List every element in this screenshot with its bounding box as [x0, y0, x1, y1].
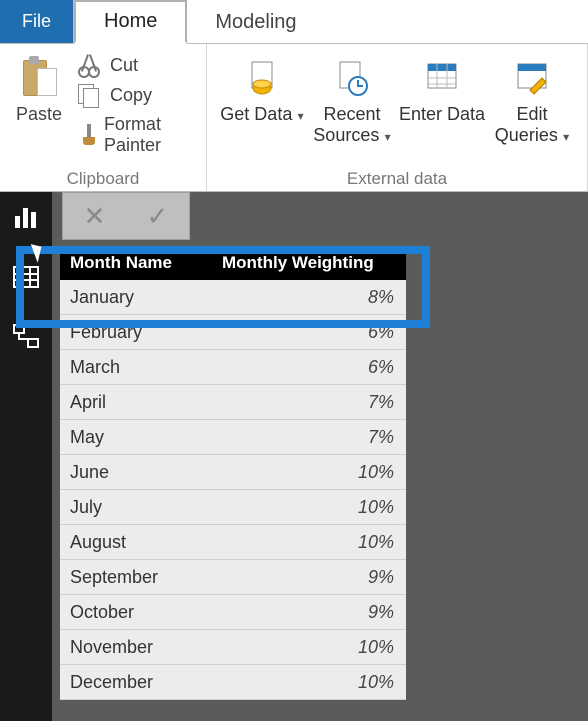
dropdown-caret-icon: ▾: [381, 130, 390, 144]
ribbon-group-external-data: Get Data ▾ Recent Sources ▾: [207, 44, 588, 191]
enter-data-icon: [418, 56, 466, 100]
format-painter-label: Format Painter: [104, 114, 190, 156]
enter-data-label: Enter Data: [399, 104, 485, 124]
cell-value: 10%: [216, 532, 406, 553]
cut-icon: [78, 54, 100, 76]
cell-value: 10%: [216, 637, 406, 658]
relationship-icon: [11, 322, 41, 352]
tab-home-label: Home: [104, 10, 157, 33]
table-row[interactable]: August10%: [60, 525, 406, 560]
cell-month: March: [60, 357, 216, 378]
group-label-external-data: External data: [217, 167, 577, 189]
model-view-button[interactable]: [9, 320, 43, 354]
tab-modeling[interactable]: Modeling: [187, 0, 324, 43]
recent-sources-label: Recent Sources: [313, 104, 380, 145]
cell-month: January: [60, 287, 216, 308]
cell-month: May: [60, 427, 216, 448]
formula-toolbar: ✕ ✓: [62, 192, 190, 240]
column-header-weighting[interactable]: Monthly Weighting: [216, 253, 406, 273]
cell-value: 8%: [216, 287, 406, 308]
format-painter-button[interactable]: Format Painter: [78, 114, 190, 156]
cell-month: December: [60, 672, 216, 693]
edit-queries-icon: [508, 56, 556, 100]
table-header-row: Month Name Monthly Weighting: [60, 246, 406, 280]
cell-value: 10%: [216, 462, 406, 483]
format-painter-icon: [78, 124, 94, 146]
file-menu-label: File: [22, 11, 51, 32]
data-table: Month Name Monthly Weighting January8% F…: [60, 246, 406, 700]
ribbon-group-clipboard: Paste Cut Copy Format Painter Clipboard: [0, 44, 207, 191]
copy-icon: [78, 84, 100, 106]
tab-modeling-label: Modeling: [215, 11, 296, 34]
cell-month: August: [60, 532, 216, 553]
cell-month: April: [60, 392, 216, 413]
data-view-button[interactable]: [9, 260, 43, 294]
dropdown-caret-icon: ▾: [560, 130, 569, 144]
cell-month: June: [60, 462, 216, 483]
enter-data-button[interactable]: Enter Data: [397, 50, 487, 125]
table-row[interactable]: January8%: [60, 280, 406, 315]
paste-button[interactable]: Paste: [10, 50, 68, 125]
cut-button[interactable]: Cut: [78, 54, 190, 76]
table-grid-icon: [11, 262, 41, 292]
cell-value: 10%: [216, 672, 406, 693]
cell-value: 9%: [216, 567, 406, 588]
copy-button[interactable]: Copy: [78, 84, 190, 106]
tab-home[interactable]: Home: [74, 0, 187, 44]
cell-month: July: [60, 497, 216, 518]
table-row[interactable]: November10%: [60, 630, 406, 665]
table-row[interactable]: June10%: [60, 455, 406, 490]
cut-label: Cut: [110, 55, 138, 76]
check-icon: ✓: [147, 201, 169, 231]
table-row[interactable]: February6%: [60, 315, 406, 350]
cell-value: 6%: [216, 322, 406, 343]
cell-month: October: [60, 602, 216, 623]
view-switcher: [0, 192, 52, 721]
table-row[interactable]: September9%: [60, 560, 406, 595]
file-menu[interactable]: File: [0, 0, 74, 43]
bar-chart-icon: [11, 202, 41, 232]
paste-icon: [21, 54, 57, 98]
cell-value: 10%: [216, 497, 406, 518]
column-header-month[interactable]: Month Name: [60, 253, 216, 273]
get-data-icon: [238, 56, 286, 100]
close-icon: ✕: [84, 201, 106, 231]
edit-queries-button[interactable]: Edit Queries ▾: [487, 50, 577, 145]
dropdown-caret-icon: ▾: [294, 109, 303, 123]
table-row[interactable]: April7%: [60, 385, 406, 420]
table-row[interactable]: March6%: [60, 350, 406, 385]
get-data-label: Get Data: [220, 104, 292, 124]
cell-value: 9%: [216, 602, 406, 623]
cell-value: 7%: [216, 427, 406, 448]
table-row[interactable]: December10%: [60, 665, 406, 700]
cancel-formula-button[interactable]: ✕: [84, 201, 106, 232]
table-row[interactable]: July10%: [60, 490, 406, 525]
table-row[interactable]: October9%: [60, 595, 406, 630]
get-data-button[interactable]: Get Data ▾: [217, 50, 307, 125]
group-label-clipboard: Clipboard: [10, 167, 196, 189]
report-view-button[interactable]: [9, 200, 43, 234]
cell-value: 6%: [216, 357, 406, 378]
edit-queries-label: Edit Queries: [495, 104, 558, 145]
cell-month: February: [60, 322, 216, 343]
paste-label: Paste: [16, 104, 62, 125]
copy-label: Copy: [110, 85, 152, 106]
commit-formula-button[interactable]: ✓: [147, 201, 169, 232]
table-row[interactable]: May7%: [60, 420, 406, 455]
cell-month: November: [60, 637, 216, 658]
recent-sources-button[interactable]: Recent Sources ▾: [307, 50, 397, 145]
recent-sources-icon: [328, 56, 376, 100]
cell-value: 7%: [216, 392, 406, 413]
cell-month: September: [60, 567, 216, 588]
